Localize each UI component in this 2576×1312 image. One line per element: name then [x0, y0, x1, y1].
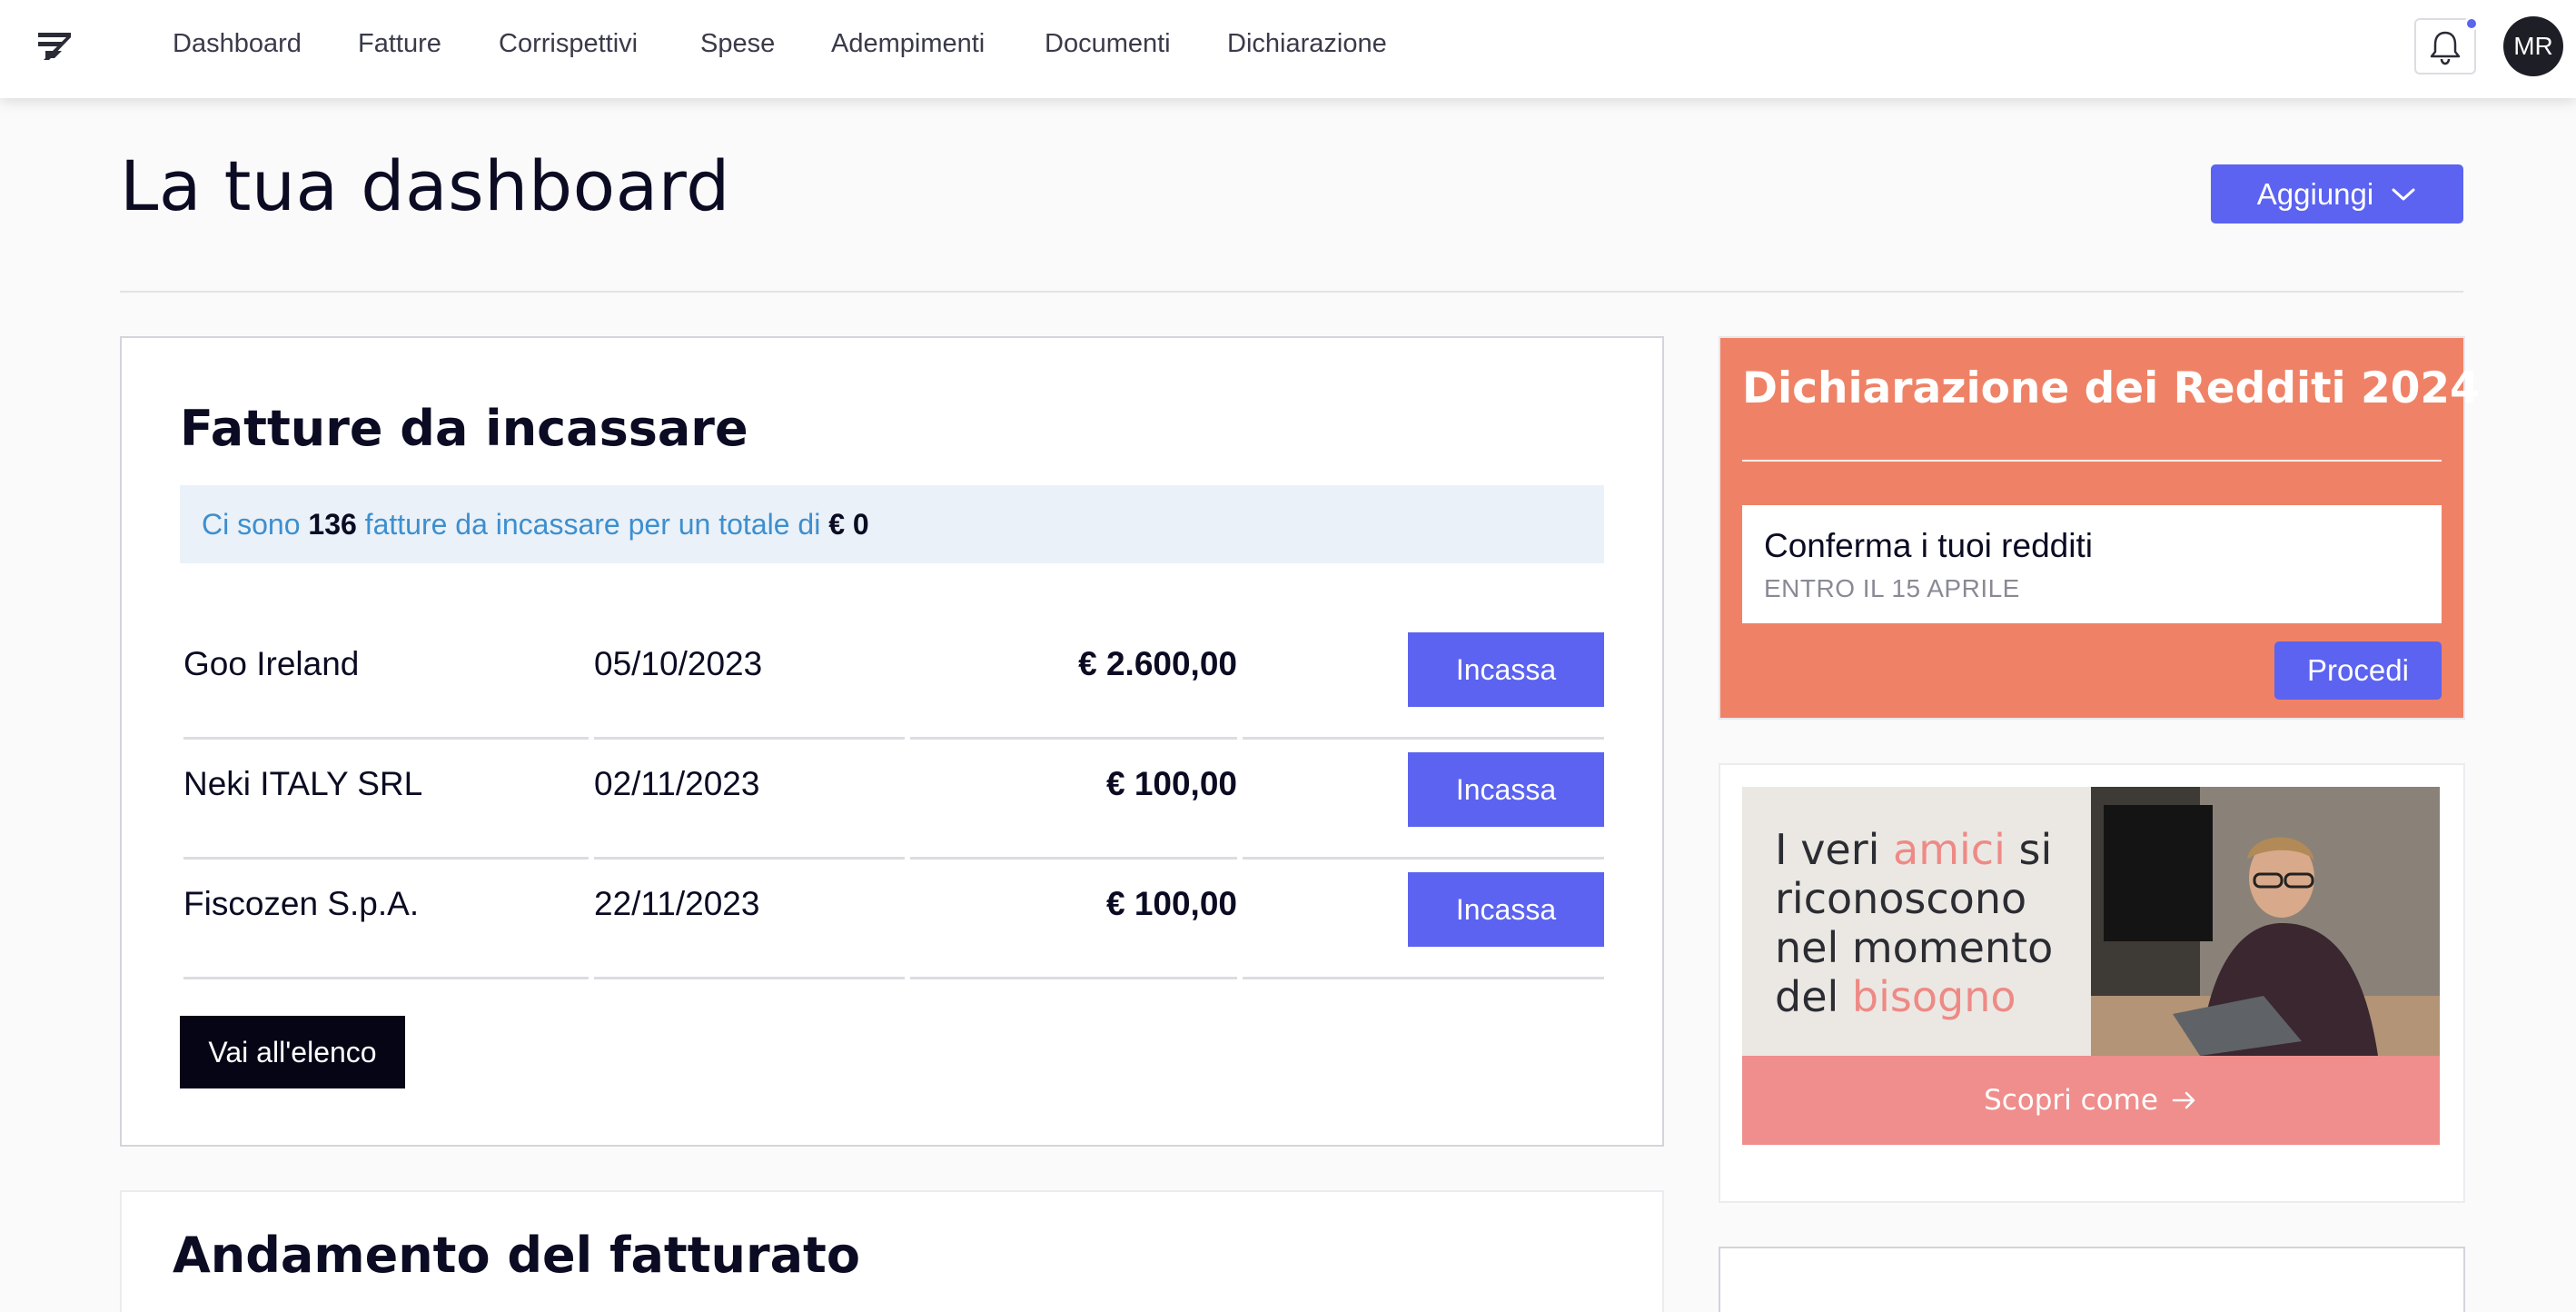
fatture-summary-banner: Ci sono 136 fatture da incassare per un …	[180, 485, 1604, 563]
top-navigation-bar: Dashboard Fatture Corrispettivi Spese Ad…	[0, 0, 2576, 98]
summary-middle: fatture da incassare per un totale di	[364, 507, 821, 541]
nav-corrispettivi[interactable]: Corrispettivi	[499, 29, 638, 59]
header-divider	[120, 291, 2463, 293]
promo-cta-label: Scopri come	[1984, 1084, 2158, 1117]
row-amount: € 100,00	[1105, 885, 1237, 922]
page-title: La tua dashboard	[120, 145, 730, 226]
row-amount: € 100,00	[1105, 765, 1237, 802]
promo-headline: I veri amici si riconoscono nel momento …	[1775, 825, 2084, 1021]
nav-dichiarazione[interactable]: Dichiarazione	[1227, 29, 1387, 59]
fatture-card-title: Fatture da incassare	[180, 400, 748, 457]
fatture-da-incassare-card: Fatture da incassare Ci sono 136 fatture…	[120, 336, 1664, 1147]
procedi-button[interactable]: Procedi	[2274, 641, 2442, 700]
promo-card: I veri amici si riconoscono nel momento …	[1719, 763, 2465, 1203]
dichiarazione-deadline: ENTRO IL 15 APRILE	[1764, 574, 2020, 602]
promo-text-1: I veri	[1775, 825, 1880, 874]
arrow-right-icon	[2172, 1091, 2195, 1109]
nav-spese[interactable]: Spese	[700, 29, 775, 59]
right-bottom-card	[1719, 1247, 2465, 1312]
table-row: Goo Ireland 05/10/2023 € 2.600,00 Incass…	[183, 621, 1604, 741]
incassa-button[interactable]: Incassa	[1408, 752, 1604, 827]
summary-total: € 0	[828, 507, 869, 541]
nav-adempimenti[interactable]: Adempimenti	[831, 29, 985, 59]
promo-highlight-1: amici	[1893, 825, 2006, 874]
nav-documenti[interactable]: Documenti	[1045, 29, 1171, 59]
row-date: 22/11/2023	[594, 885, 760, 922]
table-row: Fiscozen S.p.A. 22/11/2023 € 100,00 Inca…	[183, 861, 1604, 981]
summary-count: 136	[308, 507, 357, 541]
row-client: Goo Ireland	[183, 645, 360, 682]
scopri-come-link[interactable]: Scopri come	[1742, 1056, 2440, 1145]
avatar[interactable]: MR	[2503, 16, 2563, 76]
andamento-card-title: Andamento del fatturato	[173, 1227, 860, 1284]
nav-dashboard[interactable]: Dashboard	[173, 29, 302, 59]
vai-all-elenco-button[interactable]: Vai all'elenco	[180, 1016, 405, 1088]
app-logo-icon[interactable]	[36, 25, 76, 65]
dichiarazione-task-box: Conferma i tuoi redditi ENTRO IL 15 APRI…	[1742, 505, 2442, 623]
promo-photo	[2091, 787, 2440, 1056]
add-button[interactable]: Aggiungi	[2211, 164, 2463, 224]
dichiarazione-task: Conferma i tuoi redditi	[1764, 527, 2093, 564]
add-button-label: Aggiungi	[2256, 176, 2374, 211]
row-client: Fiscozen S.p.A.	[183, 885, 420, 922]
incassa-button[interactable]: Incassa	[1408, 872, 1604, 947]
promo-text-area: I veri amici si riconoscono nel momento …	[1742, 787, 2091, 1056]
row-client: Neki ITALY SRL	[183, 765, 423, 802]
notification-dot	[2464, 16, 2479, 31]
dichiarazione-redditi-card: Dichiarazione dei Redditi 2024 Conferma …	[1719, 336, 2480, 720]
incassa-button[interactable]: Incassa	[1408, 632, 1604, 707]
andamento-fatturato-card: Andamento del fatturato	[120, 1190, 1664, 1312]
table-row: Neki ITALY SRL 02/11/2023 € 100,00 Incas…	[183, 741, 1604, 861]
row-amount: € 2.600,00	[1078, 645, 1237, 682]
row-date: 02/11/2023	[594, 765, 760, 802]
chevron-down-icon	[2392, 188, 2415, 200]
row-date: 05/10/2023	[594, 645, 763, 682]
promo-highlight-2: bisogno	[1851, 972, 2016, 1021]
dichiarazione-title: Dichiarazione dei Redditi 2024	[1742, 363, 2480, 413]
summary-prefix: Ci sono	[202, 507, 301, 541]
nav-fatture[interactable]: Fatture	[358, 29, 441, 59]
dichiarazione-divider	[1742, 460, 2442, 462]
